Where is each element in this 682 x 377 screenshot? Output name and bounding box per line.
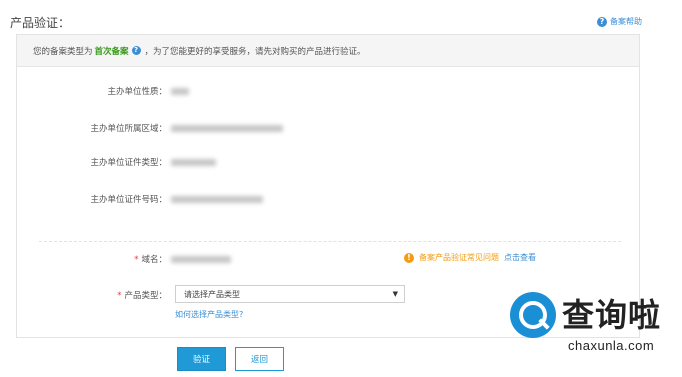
org-region-row: 主办单位所属区域：: [17, 122, 283, 134]
org-region-value-redacted: [171, 124, 283, 132]
faq-text: 备案产品验证常见问题: [419, 253, 499, 262]
org-id-type-row: 主办单位证件类型：: [17, 156, 216, 168]
domain-label-wrap: * 域名：: [17, 253, 171, 265]
back-button[interactable]: 返回: [235, 347, 284, 371]
filing-help-link[interactable]: ? 备案帮助: [597, 16, 642, 27]
required-marker: *: [117, 291, 122, 301]
org-nature-row: 主办单位性质：: [17, 85, 189, 97]
org-nature-label: 主办单位性质：: [107, 87, 167, 97]
org-id-number-label: 主办单位证件号码：: [90, 195, 167, 205]
how-to-choose-link[interactable]: 如何选择产品类型?: [175, 309, 243, 320]
warning-icon: !: [404, 252, 414, 263]
question-circle-icon[interactable]: ?: [131, 46, 141, 55]
notice-suffix: ，为了您能更好的享受服务，请先对购买的产品进行验证。: [144, 46, 366, 57]
page-title: 产品验证：: [10, 16, 71, 30]
product-type-row: * 产品类型：: [17, 289, 171, 301]
faq-view-link[interactable]: 点击查看: [504, 252, 536, 263]
domain-label: 域名：: [141, 255, 167, 265]
faq-notice: ! 备案产品验证常见问题 点击查看: [404, 252, 536, 263]
dropdown-caret-icon: ▼: [392, 290, 398, 298]
section-divider: [39, 241, 621, 242]
org-nature-value-redacted: [171, 87, 189, 95]
org-id-number-value-redacted: [171, 195, 263, 203]
notice-prefix: 您的备案类型为: [33, 46, 93, 57]
org-id-type-value-redacted: [171, 158, 216, 166]
domain-row: * 域名：: [17, 253, 231, 265]
product-type-selected-value: 请选择产品类型: [184, 289, 240, 299]
watermark-cn-text: 查询啦: [562, 296, 662, 334]
product-type-label: 产品类型：: [124, 291, 167, 301]
product-type-label-wrap: * 产品类型：: [17, 289, 171, 301]
filing-help-label: 备案帮助: [610, 17, 642, 26]
required-marker: *: [134, 255, 139, 265]
question-circle-icon: ?: [597, 16, 607, 27]
site-watermark: 查询啦 chaxunla.com: [500, 286, 682, 377]
org-region-label: 主办单位所属区域：: [90, 124, 167, 134]
filing-type-value: 首次备案: [94, 46, 129, 57]
filing-type-notice: 您的备案类型为 首次备案 ? ，为了您能更好的享受服务，请先对购买的产品进行验证…: [17, 35, 639, 67]
product-type-select[interactable]: 请选择产品类型 ▼: [175, 285, 405, 303]
watermark-en-text: chaxunla.com: [568, 338, 655, 353]
domain-value-redacted: [171, 255, 231, 263]
org-id-type-label: 主办单位证件类型：: [90, 158, 167, 168]
verify-button[interactable]: 验证: [177, 347, 226, 371]
org-id-number-row: 主办单位证件号码：: [17, 193, 263, 205]
